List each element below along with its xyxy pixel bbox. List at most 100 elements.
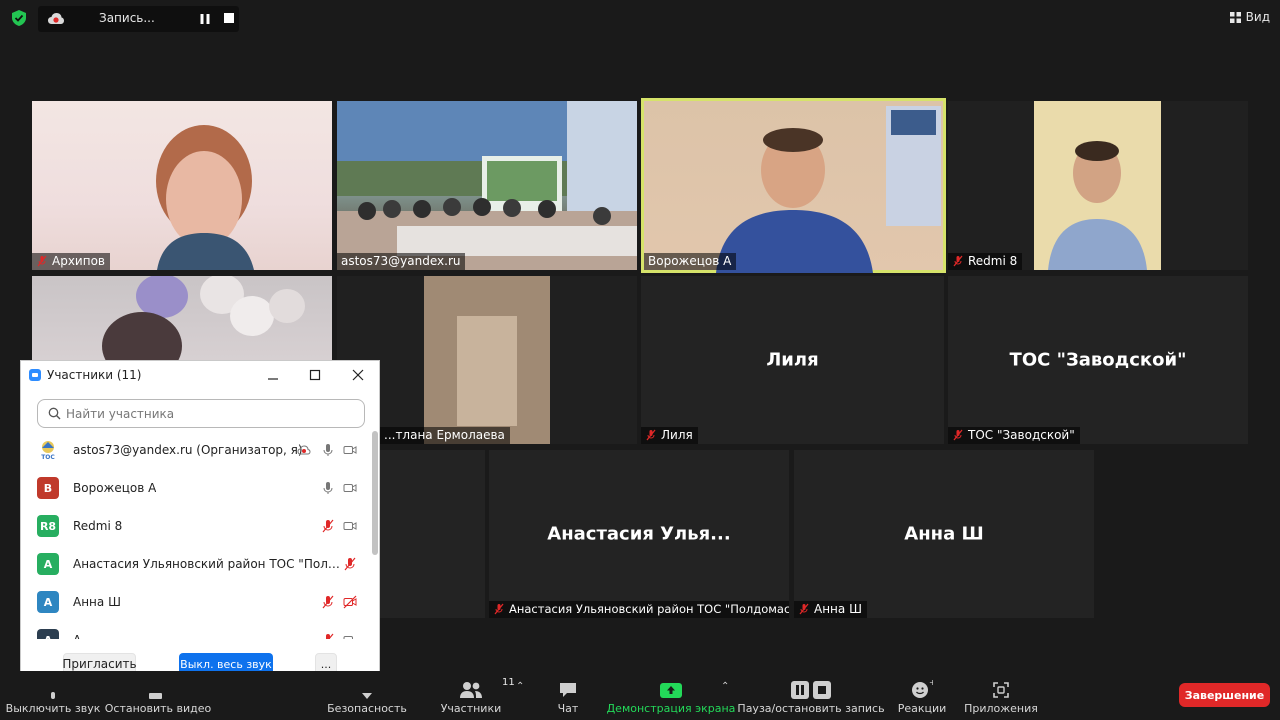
mic-icon[interactable] (321, 481, 335, 495)
pause-icon (791, 681, 809, 699)
search-participant-box[interactable] (37, 399, 365, 428)
participants-icon (460, 682, 482, 698)
view-label: Вид (1245, 10, 1270, 24)
participants-caret-icon[interactable]: ⌃ (516, 681, 524, 692)
record-control-button[interactable]: Пауза/остановить запись (737, 671, 885, 720)
tile-name-tag: Анастасия Ульяновский район ТОС "Полдома… (489, 601, 789, 618)
chat-button[interactable]: Чат (548, 671, 588, 720)
tile-name-tag: Redmi 8 (948, 253, 1023, 270)
muted-mic-icon[interactable] (321, 519, 335, 533)
grid-icon (1229, 11, 1241, 23)
end-meeting-button[interactable]: Завершение (1179, 683, 1270, 707)
video-tile[interactable]: ...тлана Ермолаева (337, 276, 637, 444)
participant-video (337, 101, 637, 270)
security-button[interactable]: Безопасность (326, 671, 408, 720)
mute-button[interactable]: Выключить звук (6, 671, 100, 720)
video-tile[interactable]: Лиля Лиля (641, 276, 944, 444)
search-icon (48, 407, 61, 420)
pause-recording-icon[interactable] (199, 13, 211, 25)
reactions-icon: + (912, 679, 933, 698)
video-camera-icon[interactable] (343, 519, 357, 533)
recording-indicator: Запись... (38, 6, 239, 32)
participant-video (156, 125, 254, 270)
apps-icon (993, 682, 1009, 698)
list-item-participant[interactable]: R8 Redmi 8 (21, 507, 371, 545)
tile-name-tag: Ворожецов А (644, 253, 737, 270)
close-icon[interactable] (350, 367, 366, 383)
reactions-button[interactable]: + Реакции (896, 671, 948, 720)
participant-video (716, 106, 941, 273)
zoom-logo-icon (29, 369, 41, 381)
panel-header: Участники (11) (21, 361, 379, 389)
list-item-participant[interactable]: А Анастасия Ульяновский район ТОС "Полдо… (21, 545, 371, 583)
list-item-participant[interactable]: В Ворожецов А (21, 469, 371, 507)
muted-mic-icon (646, 429, 656, 441)
stop-video-button[interactable]: Остановить видео (105, 671, 211, 720)
share-caret-icon[interactable]: ⌃ (721, 681, 729, 692)
video-tile[interactable]: Redmi 8 (948, 101, 1248, 270)
video-tile[interactable] (380, 450, 485, 618)
svg-text:+: + (929, 679, 933, 687)
participant-big-name: Лиля (766, 349, 819, 371)
muted-mic-icon[interactable] (343, 557, 357, 571)
video-tile[interactable]: astos73@yandex.ru (337, 101, 637, 270)
tile-name-tag: Архипов (32, 253, 110, 270)
cloud-record-icon (297, 445, 311, 455)
svg-text:ТОС: ТОС (41, 454, 55, 461)
apps-button[interactable]: Приложения (964, 671, 1038, 720)
stop-recording-icon[interactable] (224, 13, 234, 23)
security-shield-icon[interactable] (10, 9, 28, 27)
video-tile[interactable] (32, 276, 332, 360)
list-item-participant[interactable]: А Анна Ш (21, 583, 371, 621)
video-camera-icon[interactable] (343, 633, 357, 639)
muted-mic-icon (953, 255, 963, 267)
stop-icon (813, 681, 831, 699)
video-off-icon[interactable] (343, 595, 357, 609)
participant-video (102, 276, 305, 360)
video-camera-icon[interactable] (343, 443, 357, 457)
participants-scrollbar[interactable] (372, 431, 378, 555)
share-screen-button[interactable]: Демонстрация экрана (607, 671, 735, 720)
participant-video (424, 276, 550, 444)
video-tile[interactable]: Анна Ш Анна Ш (794, 450, 1094, 618)
video-camera-icon[interactable] (343, 481, 357, 495)
participants-panel: Участники (11) ТОС astos73@yandex.ru (Ор… (20, 360, 380, 689)
search-participant-input[interactable] (66, 406, 346, 421)
video-tile[interactable]: Архипов (32, 101, 332, 270)
muted-mic-icon[interactable] (321, 595, 335, 609)
list-item-participant[interactable]: ТОС astos73@yandex.ru (Организатор, я) (21, 431, 371, 469)
participants-count: 11 (502, 677, 515, 688)
minimize-icon[interactable] (265, 367, 281, 383)
video-tile[interactable]: Анастасия Улья... Анастасия Ульяновский … (489, 450, 789, 618)
mic-icon[interactable] (321, 443, 335, 457)
view-button[interactable]: Вид (1229, 10, 1270, 24)
tile-name-tag: Лиля (641, 427, 698, 444)
avatar: В (37, 477, 59, 499)
participants-button[interactable]: 11 Участники (440, 671, 515, 720)
shield-icon (362, 693, 372, 699)
maximize-icon[interactable] (307, 367, 323, 383)
meeting-toolbar: Выключить звук Остановить видео Безопасн… (0, 671, 1280, 720)
share-screen-icon (660, 683, 682, 698)
video-camera-icon (149, 693, 162, 699)
participants-list: ТОС astos73@yandex.ru (Организатор, я) В… (21, 431, 371, 639)
cloud-record-icon (48, 13, 64, 24)
tile-name-tag: ...тлана Ермолаева (380, 427, 510, 444)
tos-logo-icon: ТОС (37, 439, 59, 461)
participant-name: astos73@yandex.ru (Организатор, я) (73, 443, 303, 457)
list-item-participant[interactable]: А А (21, 621, 371, 639)
avatar: А (37, 629, 59, 639)
panel-title: Участники (11) (47, 368, 142, 382)
muted-mic-icon[interactable] (321, 633, 335, 639)
participant-big-name: Анна Ш (904, 523, 984, 545)
video-tile-active-speaker[interactable]: Ворожецов А (641, 98, 946, 273)
muted-mic-icon (37, 255, 47, 267)
participant-big-name: ТОС "Заводской" (1009, 349, 1187, 371)
video-tile[interactable]: ТОС "Заводской" ТОС "Заводской" (948, 276, 1248, 444)
participant-name: Анна Ш (73, 595, 121, 609)
participant-video (1034, 101, 1161, 270)
tile-name-tag: astos73@yandex.ru (337, 253, 466, 270)
avatar: А (37, 591, 59, 613)
tile-name-tag: Анна Ш (794, 601, 867, 618)
avatar: R8 (37, 515, 59, 537)
